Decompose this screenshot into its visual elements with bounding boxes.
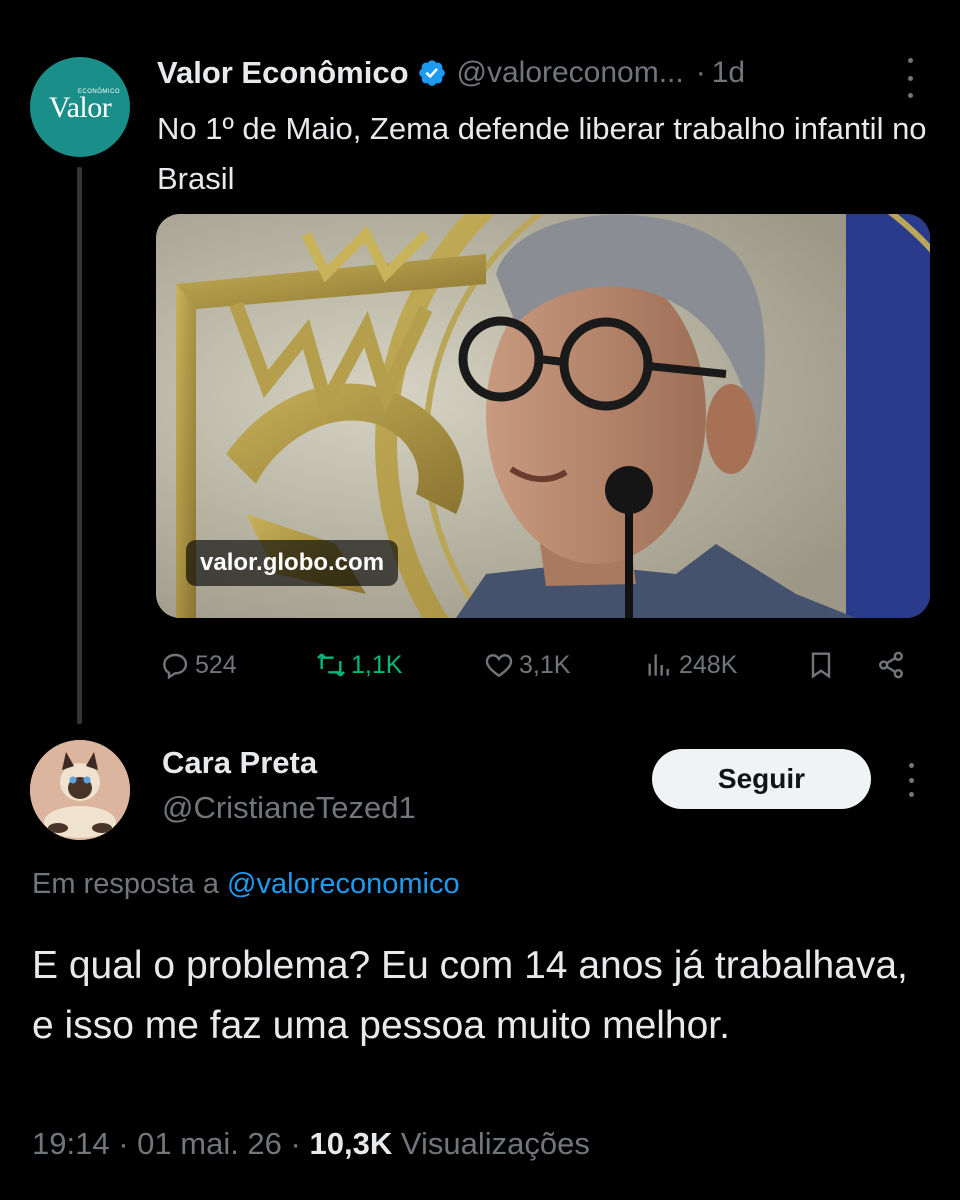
reply-count: 524	[195, 650, 237, 679]
reply-tweet-text: E qual o problema? Eu com 14 anos já tra…	[32, 944, 908, 1047]
link-domain-badge: valor.globo.com	[186, 540, 399, 586]
tweet-time[interactable]: 19:14	[32, 1126, 110, 1161]
parent-tweet-header: Valor Econômico @valoreconom... · 1d	[157, 48, 937, 98]
cat-avatar-image	[30, 740, 130, 840]
parent-author-handle[interactable]: @valoreconom...	[457, 56, 684, 90]
like-button[interactable]: 3,1K	[483, 640, 570, 690]
share-button[interactable]	[875, 640, 911, 690]
views-count: 248K	[679, 650, 738, 679]
reply-icon	[163, 653, 188, 680]
in-reply-to: Em resposta a @valoreconomico	[32, 868, 460, 901]
verified-badge-icon	[418, 60, 445, 86]
follow-button[interactable]: Seguir	[652, 749, 871, 809]
thread-connector-line	[77, 167, 82, 724]
share-icon	[879, 651, 903, 679]
tweet-actions-bar: 524 1,1K 3,1K 248K	[157, 640, 917, 690]
tweet-meta: 19:14 · 01 mai. 26 · 10,3K Visualizações	[32, 1126, 590, 1162]
views-button[interactable]: 248K	[643, 640, 737, 690]
reply-author-name[interactable]: Cara Preta	[162, 745, 317, 781]
more-vertical-icon[interactable]	[898, 58, 922, 98]
bookmark-icon	[811, 652, 831, 679]
retweet-icon	[317, 653, 345, 677]
heart-icon	[485, 654, 513, 678]
reply-button[interactable]: 524	[159, 640, 237, 690]
views-icon	[648, 654, 669, 676]
meta-separator: ·	[290, 1126, 301, 1161]
views-total: 10,3K	[309, 1126, 393, 1161]
views-label: Visualizações	[400, 1126, 590, 1161]
bookmark-button[interactable]	[805, 640, 841, 690]
link-card-image[interactable]: valor.globo.com	[156, 214, 930, 618]
tweet-date[interactable]: 01 mai. 26	[137, 1126, 282, 1161]
retweet-button[interactable]: 1,1K	[315, 640, 402, 690]
more-vertical-icon[interactable]	[899, 763, 923, 797]
parent-author-name[interactable]: Valor Econômico	[157, 55, 409, 91]
meta-separator: ·	[118, 1126, 129, 1161]
parent-tweet-time[interactable]: 1d	[712, 56, 745, 90]
cat-avatar[interactable]	[30, 740, 130, 840]
in-reply-prefix: Em resposta a	[32, 868, 228, 900]
valor-avatar[interactable]: ECONÔMICO Valor	[30, 57, 130, 157]
like-count: 3,1K	[519, 650, 571, 679]
in-reply-mention-link[interactable]: @valoreconomico	[227, 868, 460, 900]
tweet-detail-page: ECONÔMICO Valor Valor Econômico @valorec…	[0, 0, 960, 1200]
retweet-count: 1,1K	[351, 650, 403, 679]
parent-tweet-text: No 1º de Maio, Zema defende liberar trab…	[157, 111, 927, 196]
valor-avatar-logo: Valor	[48, 91, 112, 124]
header-separator: ·	[695, 56, 706, 89]
reply-author-handle[interactable]: @CristianeTezed1	[162, 790, 416, 826]
